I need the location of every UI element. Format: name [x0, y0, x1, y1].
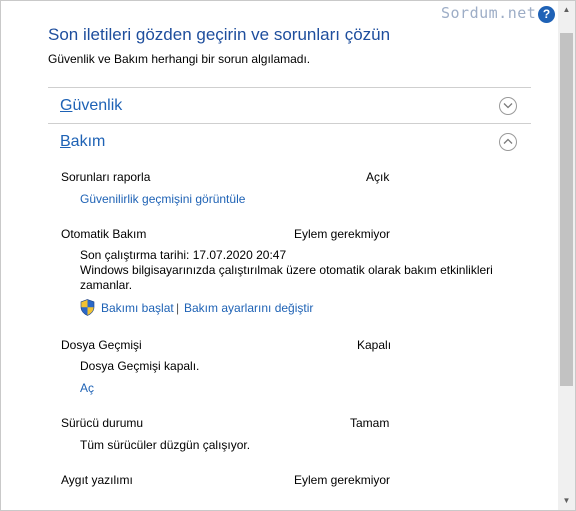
file-history-detail: Dosya Geçmişi kapalı. [80, 359, 200, 373]
scroll-down-arrow-icon[interactable]: ▼ [558, 492, 575, 509]
watermark: Sordum.net [441, 4, 537, 22]
page-title: Son iletileri gözden geçirin ve sorunlar… [48, 25, 391, 44]
automatic-maintenance-status: Eylem gerekmiyor [294, 227, 391, 241]
page-subtitle: Güvenlik ve Bakım herhangi bir sorun alg… [48, 52, 311, 66]
drive-status-label: Sürücü durumu [61, 416, 144, 430]
device-software-status: Eylem gerekmiyor [294, 473, 391, 487]
scroll-up-arrow-icon[interactable]: ▲ [558, 1, 575, 18]
help-icon[interactable]: ? [538, 6, 555, 23]
reliability-history-link[interactable]: Güvenilirlik geçmişini görüntüle [80, 192, 245, 206]
file-history-label: Dosya Geçmişi [61, 338, 142, 352]
device-software-label: Aygıt yazılımı [61, 473, 133, 487]
last-run-text: Son çalıştırma tarihi: 17.07.2020 20:47 [80, 248, 287, 262]
vertical-scrollbar[interactable]: ▲ ▼ [558, 1, 575, 510]
start-maintenance-link[interactable]: Bakımı başlat [101, 301, 174, 315]
uac-shield-icon [80, 299, 95, 316]
link-separator: | [176, 301, 180, 315]
section-maintenance-header[interactable]: Bakım [60, 133, 105, 151]
drive-status-status: Tamam [350, 416, 390, 430]
problem-reporting-label: Sorunları raporla [61, 170, 151, 184]
section-security-header[interactable]: Güvenlik [60, 97, 122, 115]
maintenance-description: Windows bilgisayarınızda çalıştırılmak ü… [80, 263, 493, 292]
scrollbar-thumb[interactable] [560, 33, 573, 386]
drive-status-detail: Tüm sürücüler düzgün çalışıyor. [80, 438, 251, 452]
problem-reporting-status: Açık [366, 170, 390, 184]
maintenance-settings-link[interactable]: Bakım ayarlarını değiştir [184, 301, 313, 315]
file-history-turn-on-link[interactable]: Aç [80, 381, 94, 395]
chevron-up-icon [503, 138, 513, 144]
divider [48, 87, 531, 88]
chevron-down-icon [503, 103, 513, 109]
automatic-maintenance-label: Otomatik Bakım [61, 227, 147, 241]
file-history-status: Kapalı [357, 338, 392, 352]
collapse-maintenance-button[interactable] [499, 133, 517, 151]
expand-security-button[interactable] [499, 97, 517, 115]
divider [48, 123, 531, 124]
